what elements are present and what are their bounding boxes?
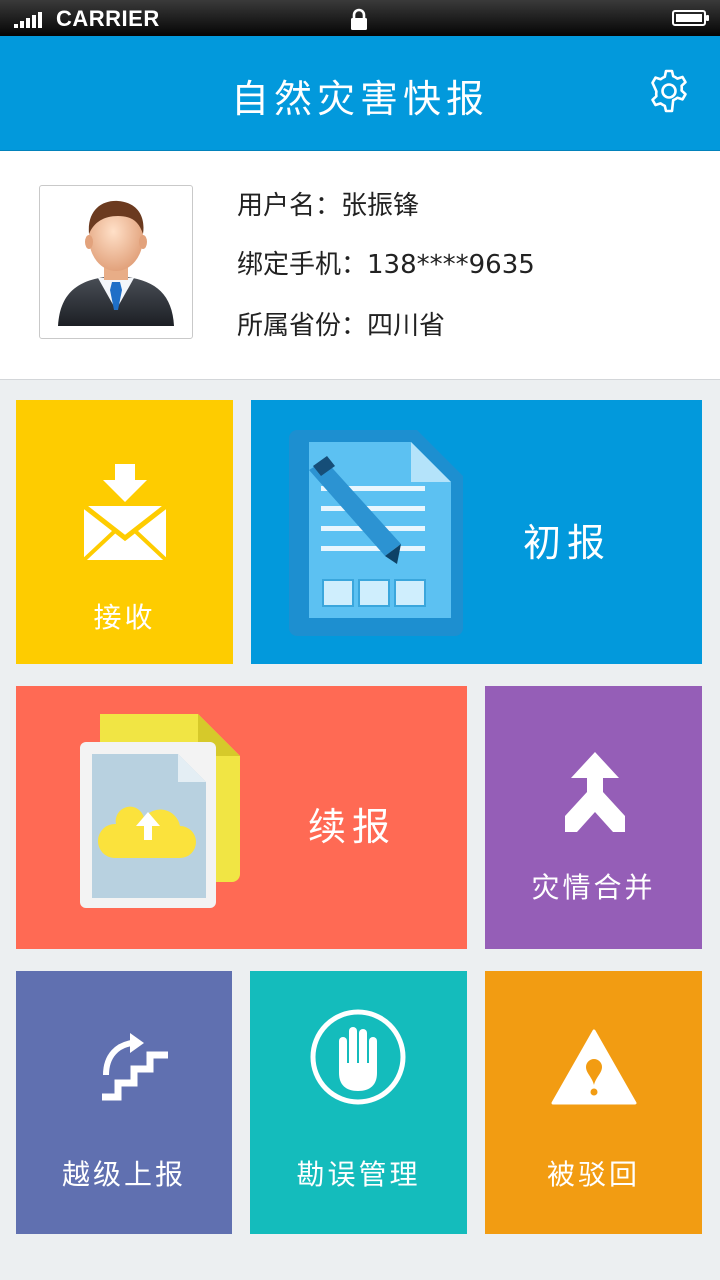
province-row: 所属省份：四川省: [237, 305, 445, 342]
user-profile-panel: 用户名：张振锋 绑定手机：138****9635 所属省份：四川省: [0, 151, 720, 380]
tile-errata-management-label: 勘误管理: [296, 1158, 421, 1191]
tile-skip-level-report-label: 越级上报: [61, 1158, 186, 1191]
tile-follow-up-report-label: 续报: [308, 805, 397, 849]
app-header: 自然灾害快报: [0, 36, 720, 151]
tile-disaster-merge[interactable]: 灾情合并: [485, 686, 702, 949]
document-edit-icon: [289, 430, 463, 636]
status-bar: CARRIER: [0, 0, 720, 36]
businessman-avatar-icon: [58, 200, 174, 326]
battery-icon: [672, 10, 709, 26]
province-value: 四川省: [367, 311, 446, 341]
cloud-upload-document-icon: [80, 714, 240, 908]
username-value: 张振锋: [341, 191, 420, 221]
mail-receive-icon: [82, 464, 168, 560]
tile-disaster-merge-label: 灾情合并: [531, 871, 656, 904]
page-title: 自然灾害快报: [230, 77, 489, 121]
tile-rejected-label: 被驳回: [546, 1158, 640, 1191]
province-label: 所属省份：: [237, 311, 368, 341]
signal-icon: [14, 12, 48, 28]
phone-value: 138****9635: [367, 250, 535, 280]
tile-receive[interactable]: 接收: [16, 400, 233, 664]
tile-follow-up-report[interactable]: 续报: [16, 686, 467, 949]
username-row: 用户名：张振锋: [237, 185, 419, 222]
avatar: [39, 185, 193, 339]
phone-row: 绑定手机：138****9635: [237, 244, 535, 281]
hand-stop-icon: [310, 1009, 406, 1105]
stairs-up-icon: [102, 1033, 168, 1101]
tile-rejected[interactable]: 被驳回: [485, 971, 702, 1234]
tile-receive-label: 接收: [93, 601, 156, 634]
tile-errata-management[interactable]: 勘误管理: [250, 971, 467, 1234]
tile-initial-report[interactable]: 初报: [251, 400, 702, 664]
username-label: 用户名：: [237, 191, 342, 221]
merge-arrow-icon: [565, 752, 625, 832]
warning-icon: [551, 1029, 637, 1105]
phone-label: 绑定手机：: [237, 250, 368, 280]
carrier-name: CARRIER: [56, 6, 160, 31]
tile-skip-level-report[interactable]: 越级上报: [16, 971, 232, 1234]
tile-initial-report-label: 初报: [523, 521, 612, 565]
battery-fill: [676, 14, 702, 22]
lock-icon: [351, 8, 367, 30]
gear-icon[interactable]: [646, 68, 692, 114]
